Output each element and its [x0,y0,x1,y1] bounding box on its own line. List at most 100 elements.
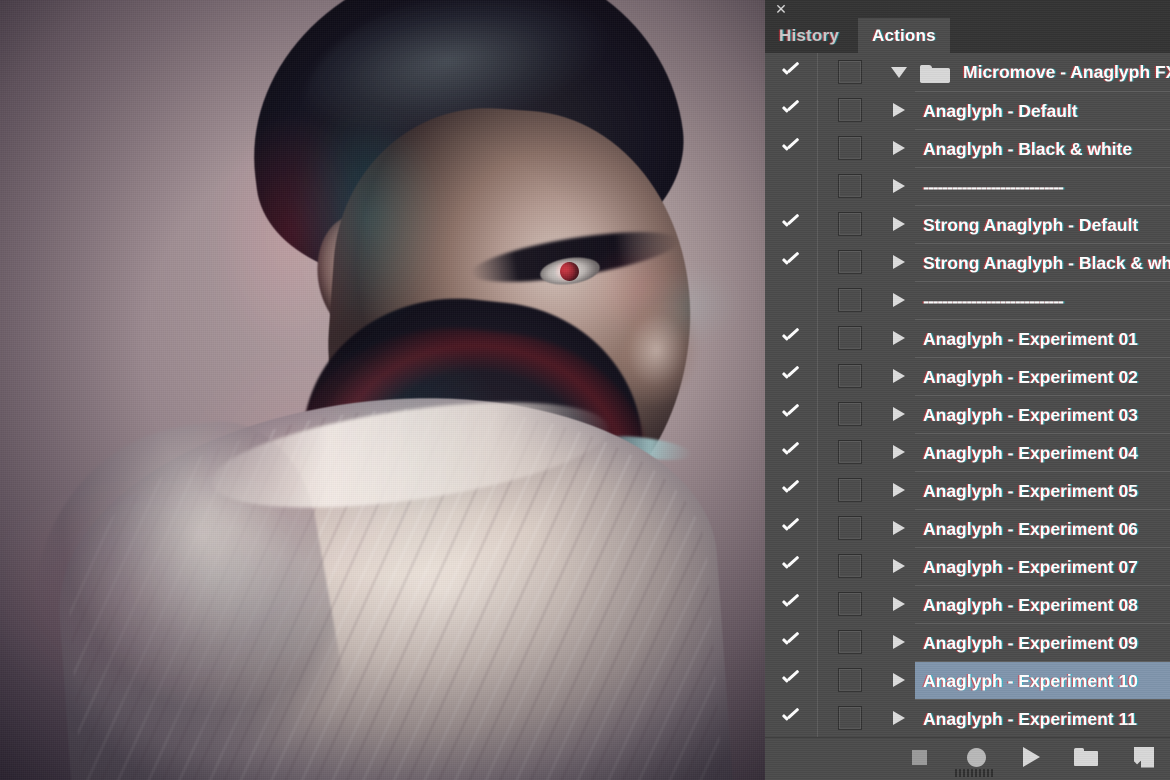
action-row-label[interactable]: Anaglyph - Experiment 06 [915,509,1170,547]
action-row-label[interactable]: Anaglyph - Experiment 04 [915,433,1170,471]
action-row[interactable]: Anaglyph - Default [765,91,1170,129]
expand-toggle[interactable] [883,521,915,535]
action-row-label[interactable]: Anaglyph - Experiment 01 [915,319,1170,357]
action-dialog-toggle[interactable] [817,402,883,426]
action-dialog-toggle[interactable] [817,706,883,730]
close-icon[interactable]: ✕ [773,1,789,17]
action-enable-toggle[interactable] [765,509,817,547]
action-row-label[interactable]: Strong Anaglyph - Default [915,205,1170,243]
expand-toggle[interactable] [883,369,915,383]
tab-history[interactable]: History [765,18,853,53]
action-enable-toggle[interactable] [765,243,817,281]
action-row-label[interactable]: ----------------------------- [915,281,1170,319]
action-enable-toggle[interactable] [765,395,817,433]
action-row[interactable]: ----------------------------- [765,167,1170,205]
action-dialog-toggle[interactable] [817,212,883,236]
expand-toggle[interactable] [883,711,915,725]
action-dialog-toggle[interactable] [817,592,883,616]
action-enable-toggle[interactable] [765,167,817,205]
expand-toggle[interactable] [883,141,915,155]
action-row-label[interactable]: Anaglyph - Experiment 05 [915,471,1170,509]
expand-toggle[interactable] [883,179,915,193]
expand-toggle[interactable] [883,407,915,421]
expand-toggle[interactable] [883,597,915,611]
action-dialog-toggle[interactable] [817,478,883,502]
expand-toggle[interactable] [883,103,915,117]
action-dialog-toggle[interactable] [817,630,883,654]
action-row-label[interactable]: Anaglyph - Experiment 11 [915,699,1170,737]
action-row[interactable]: Anaglyph - Experiment 09 [765,623,1170,661]
new-set-icon[interactable] [1073,746,1099,768]
new-action-icon[interactable] [1131,746,1157,768]
expand-toggle[interactable] [883,217,915,231]
action-enable-toggle[interactable] [765,471,817,509]
action-dialog-toggle[interactable] [817,326,883,350]
resize-grip[interactable] [955,769,995,777]
action-enable-toggle[interactable] [765,129,817,167]
action-enable-toggle[interactable] [765,433,817,471]
action-row-label[interactable]: Anaglyph - Experiment 09 [915,623,1170,661]
action-dialog-toggle[interactable] [817,98,883,122]
action-row-label[interactable]: Micromove - Anaglyph FX [955,53,1170,91]
action-enable-toggle[interactable] [765,319,817,357]
action-row[interactable]: Anaglyph - Experiment 07 [765,547,1170,585]
action-dialog-toggle[interactable] [817,554,883,578]
expand-toggle[interactable] [883,331,915,345]
action-row[interactable]: Anaglyph - Experiment 03 [765,395,1170,433]
action-row-label[interactable]: Anaglyph - Black & white [915,129,1170,167]
action-enable-toggle[interactable] [765,699,817,737]
action-row-label[interactable]: Anaglyph - Experiment 08 [915,585,1170,623]
actions-list[interactable]: Micromove - Anaglyph FX Anaglyph - Defaul… [765,53,1170,738]
image-canvas[interactable] [0,0,765,780]
action-row-label[interactable]: Strong Anaglyph - Black & white [915,243,1170,281]
play-icon[interactable] [1018,746,1044,768]
action-row[interactable]: Micromove - Anaglyph FX [765,53,1170,91]
expand-toggle[interactable] [883,673,915,687]
tab-actions[interactable]: Actions [858,18,950,53]
action-row[interactable]: Anaglyph - Black & white [765,129,1170,167]
action-row-label[interactable]: Anaglyph - Default [915,91,1170,129]
action-row[interactable]: Strong Anaglyph - Black & white [765,243,1170,281]
expand-toggle[interactable] [883,635,915,649]
action-row[interactable]: Anaglyph - Experiment 02 [765,357,1170,395]
action-dialog-toggle[interactable] [817,668,883,692]
action-dialog-toggle[interactable] [817,364,883,388]
action-enable-toggle[interactable] [765,585,817,623]
expand-toggle[interactable] [883,445,915,459]
expand-toggle[interactable] [883,483,915,497]
action-enable-toggle[interactable] [765,205,817,243]
action-dialog-toggle[interactable] [817,174,883,198]
action-enable-toggle[interactable] [765,53,817,91]
action-row[interactable]: Anaglyph - Experiment 06 [765,509,1170,547]
action-enable-toggle[interactable] [765,623,817,661]
action-enable-toggle[interactable] [765,357,817,395]
action-dialog-toggle[interactable] [817,440,883,464]
action-row[interactable]: Anaglyph - Experiment 11 [765,699,1170,737]
action-enable-toggle[interactable] [765,547,817,585]
action-dialog-toggle[interactable] [817,288,883,312]
expand-toggle[interactable] [883,293,915,307]
action-row-label[interactable]: Anaglyph - Experiment 10 [915,661,1170,699]
action-row[interactable]: Strong Anaglyph - Default [765,205,1170,243]
action-row[interactable]: Anaglyph - Experiment 10 [765,661,1170,699]
action-row-label[interactable]: Anaglyph - Experiment 02 [915,357,1170,395]
expand-toggle[interactable] [883,66,915,78]
stop-icon[interactable] [906,746,932,768]
action-row-label[interactable]: ----------------------------- [915,167,1170,205]
action-enable-toggle[interactable] [765,281,817,319]
action-dialog-toggle[interactable] [817,516,883,540]
action-dialog-toggle[interactable] [817,60,883,84]
action-enable-toggle[interactable] [765,91,817,129]
action-row[interactable]: Anaglyph - Experiment 04 [765,433,1170,471]
action-row[interactable]: ----------------------------- [765,281,1170,319]
record-icon[interactable] [963,746,989,768]
action-enable-toggle[interactable] [765,661,817,699]
action-row-label[interactable]: Anaglyph - Experiment 03 [915,395,1170,433]
action-row[interactable]: Anaglyph - Experiment 05 [765,471,1170,509]
action-dialog-toggle[interactable] [817,250,883,274]
expand-toggle[interactable] [883,559,915,573]
action-row[interactable]: Anaglyph - Experiment 08 [765,585,1170,623]
action-dialog-toggle[interactable] [817,136,883,160]
action-row[interactable]: Anaglyph - Experiment 01 [765,319,1170,357]
expand-toggle[interactable] [883,255,915,269]
